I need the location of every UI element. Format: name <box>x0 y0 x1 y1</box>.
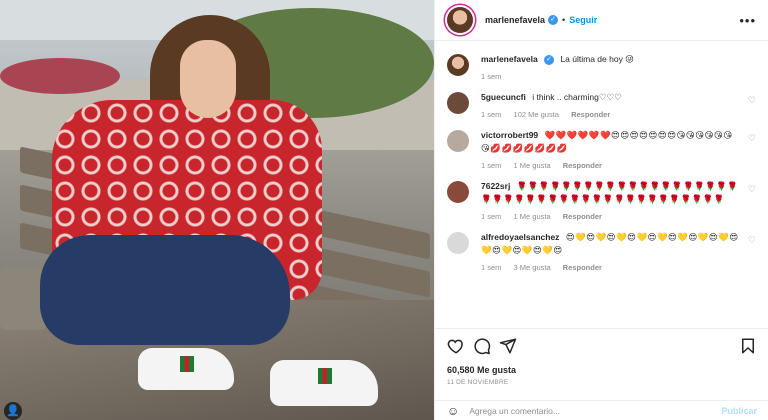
comment-time[interactable]: 1 sem <box>481 212 501 221</box>
commenter-avatar[interactable] <box>447 181 469 203</box>
comments-list: marlenefavela ✓ La última de hoy 😜 1 sem… <box>435 41 768 272</box>
caption-avatar[interactable] <box>447 54 469 76</box>
post-photo[interactable]: 👤 <box>0 0 434 420</box>
like-heart-icon[interactable] <box>447 337 465 355</box>
share-icon[interactable] <box>499 337 517 355</box>
commenter-avatar[interactable] <box>447 92 469 114</box>
post-date[interactable]: 11 DE NOVIEMBRE <box>447 379 757 386</box>
post-actions: 60,580 Me gusta 11 DE NOVIEMBRE <box>435 328 768 386</box>
reply-button[interactable]: Responder <box>563 212 602 221</box>
publish-button[interactable]: Publicar <box>721 406 757 416</box>
like-comment-heart-icon[interactable]: ♡ <box>748 133 756 144</box>
author-avatar[interactable] <box>447 7 473 33</box>
comment-likes[interactable]: 1 Me gusta <box>514 161 551 170</box>
comment-likes[interactable]: 1 Me gusta <box>514 212 551 221</box>
commenter-username[interactable]: alfredoyaelsanchez <box>481 232 559 242</box>
user-tag-icon[interactable]: 👤 <box>4 402 22 420</box>
comment-time[interactable]: 1 sem <box>481 110 501 119</box>
caption: marlenefavela ✓ La última de hoy 😜 1 sem <box>447 53 756 81</box>
like-comment-heart-icon[interactable]: ♡ <box>748 184 756 195</box>
person-face <box>180 40 236 118</box>
sneaker-right <box>270 360 378 406</box>
post-header: marlenefavela ✓ • Seguir ••• <box>435 0 768 41</box>
author-username[interactable]: marlenefavela <box>485 15 545 25</box>
comment-likes[interactable]: 102 Me gusta <box>514 110 559 119</box>
comment-item: alfredoyaelsanchez 😍💛😍💛😍💛😍💛😍💛😍💛😍💛😍💛😍💛😍💛😍… <box>447 231 756 272</box>
comment-item: victorrobert99 ❤️❤️❤️❤️❤️❤️😍😍😍😍😍😍😍😘😘😘😘😘😘… <box>447 129 756 170</box>
emoji-picker-icon[interactable]: ☺ <box>447 404 459 418</box>
commenter-username[interactable]: 5guecuncfi <box>481 92 526 102</box>
follow-button[interactable]: Seguir <box>569 15 597 25</box>
commenter-username[interactable]: 7622srj <box>481 181 510 191</box>
comment-time[interactable]: 1 sem <box>481 161 501 170</box>
caption-username[interactable]: marlenefavela <box>481 54 538 64</box>
comment-item: 7622srj 🌹🌹🌹🌹🌹🌹🌹🌹🌹🌹🌹🌹🌹🌹🌹🌹🌹🌹🌹🌹🌹🌹🌹🌹🌹🌹🌹🌹🌹🌹🌹🌹… <box>447 180 756 221</box>
caption-text: La última de hoy 😜 <box>560 54 635 64</box>
comment-input[interactable] <box>469 405 722 416</box>
like-comment-heart-icon[interactable]: ♡ <box>748 235 756 246</box>
sneaker-left <box>138 348 234 390</box>
comment-item: 5guecuncfi i think .. charming♡♡♡ 1 sem … <box>447 91 756 119</box>
caption-time[interactable]: 1 sem <box>481 72 501 81</box>
reply-button[interactable]: Responder <box>571 110 610 119</box>
separator-dot: • <box>562 15 566 25</box>
commenter-avatar[interactable] <box>447 130 469 152</box>
commenter-avatar[interactable] <box>447 232 469 254</box>
likes-count[interactable]: 60,580 Me gusta <box>447 365 757 375</box>
like-comment-heart-icon[interactable]: ♡ <box>748 95 756 106</box>
reply-button[interactable]: Responder <box>563 263 602 272</box>
verified-badge-icon: ✓ <box>544 54 555 65</box>
comment-time[interactable]: 1 sem <box>481 263 501 272</box>
comment-icon[interactable] <box>473 337 491 355</box>
add-comment-bar: ☺ Publicar <box>435 400 768 420</box>
comment-text: i think .. charming♡♡♡ <box>532 92 622 102</box>
commenter-username[interactable]: victorrobert99 <box>481 130 538 140</box>
comment-text: 🌹🌹🌹🌹🌹🌹🌹🌹🌹🌹🌹🌹🌹🌹🌹🌹🌹🌹🌹🌹🌹🌹🌹🌹🌹🌹🌹🌹🌹🌹🌹🌹🌹🌹🌹🌹🌹🌹🌹🌹… <box>481 181 739 204</box>
post-side-panel: marlenefavela ✓ • Seguir ••• marlenefave… <box>434 0 768 420</box>
instagram-post: 👤 marlenefavela ✓ • Seguir ••• marlenefa… <box>0 0 768 420</box>
photo-flowers <box>0 58 120 94</box>
verified-badge-icon: ✓ <box>548 15 559 25</box>
action-icons <box>447 337 757 357</box>
save-bookmark-icon[interactable] <box>739 337 757 355</box>
reply-button[interactable]: Responder <box>563 161 602 170</box>
jeans <box>40 235 290 345</box>
comment-likes[interactable]: 3 Me gusta <box>514 263 551 272</box>
more-options-icon[interactable]: ••• <box>739 13 756 28</box>
